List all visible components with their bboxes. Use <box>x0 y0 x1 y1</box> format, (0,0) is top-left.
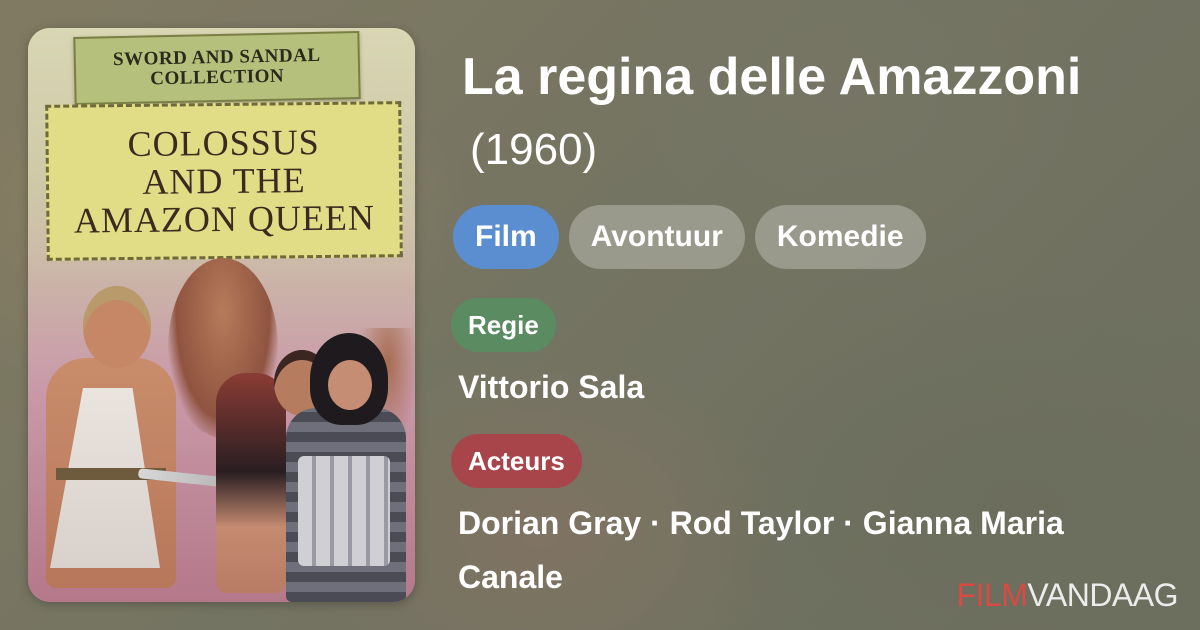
genre-tags: Film Avontuur Komedie <box>453 205 926 269</box>
poster-collection-text: SWORD AND SANDAL COLLECTION <box>112 44 321 90</box>
poster-hero-head <box>83 286 151 368</box>
movie-poster: SWORD AND SANDAL COLLECTION COLOSSUS AND… <box>28 28 415 602</box>
director-label-badge: Regie <box>451 298 556 352</box>
poster-queen-face <box>328 360 372 410</box>
tag-avontuur[interactable]: Avontuur <box>568 205 745 269</box>
movie-year: (1960) <box>470 125 598 174</box>
poster-collection-banner: SWORD AND SANDAL COLLECTION <box>73 31 361 105</box>
brand-logo-part1: FILM <box>956 577 1028 613</box>
brand-logo: FILMVANDAAG <box>957 577 1179 614</box>
director-names: Vittorio Sala <box>458 369 645 405</box>
tag-film[interactable]: Film <box>453 205 559 269</box>
poster-woman-figure <box>216 373 286 593</box>
actors-label-badge: Acteurs <box>451 434 582 488</box>
movie-title: La regina delle Amazzoni (1960) <box>462 42 1182 185</box>
brand-logo-part2: VANDAAG <box>1027 577 1178 613</box>
tag-komedie[interactable]: Komedie <box>754 205 926 269</box>
poster-title-text: COLOSSUS AND THE AMAZON QUEEN <box>73 121 376 241</box>
poster-title-box: COLOSSUS AND THE AMAZON QUEEN <box>45 101 403 261</box>
poster-queen-armor <box>298 456 390 566</box>
movie-title-text: La regina delle Amazzoni <box>462 48 1082 106</box>
